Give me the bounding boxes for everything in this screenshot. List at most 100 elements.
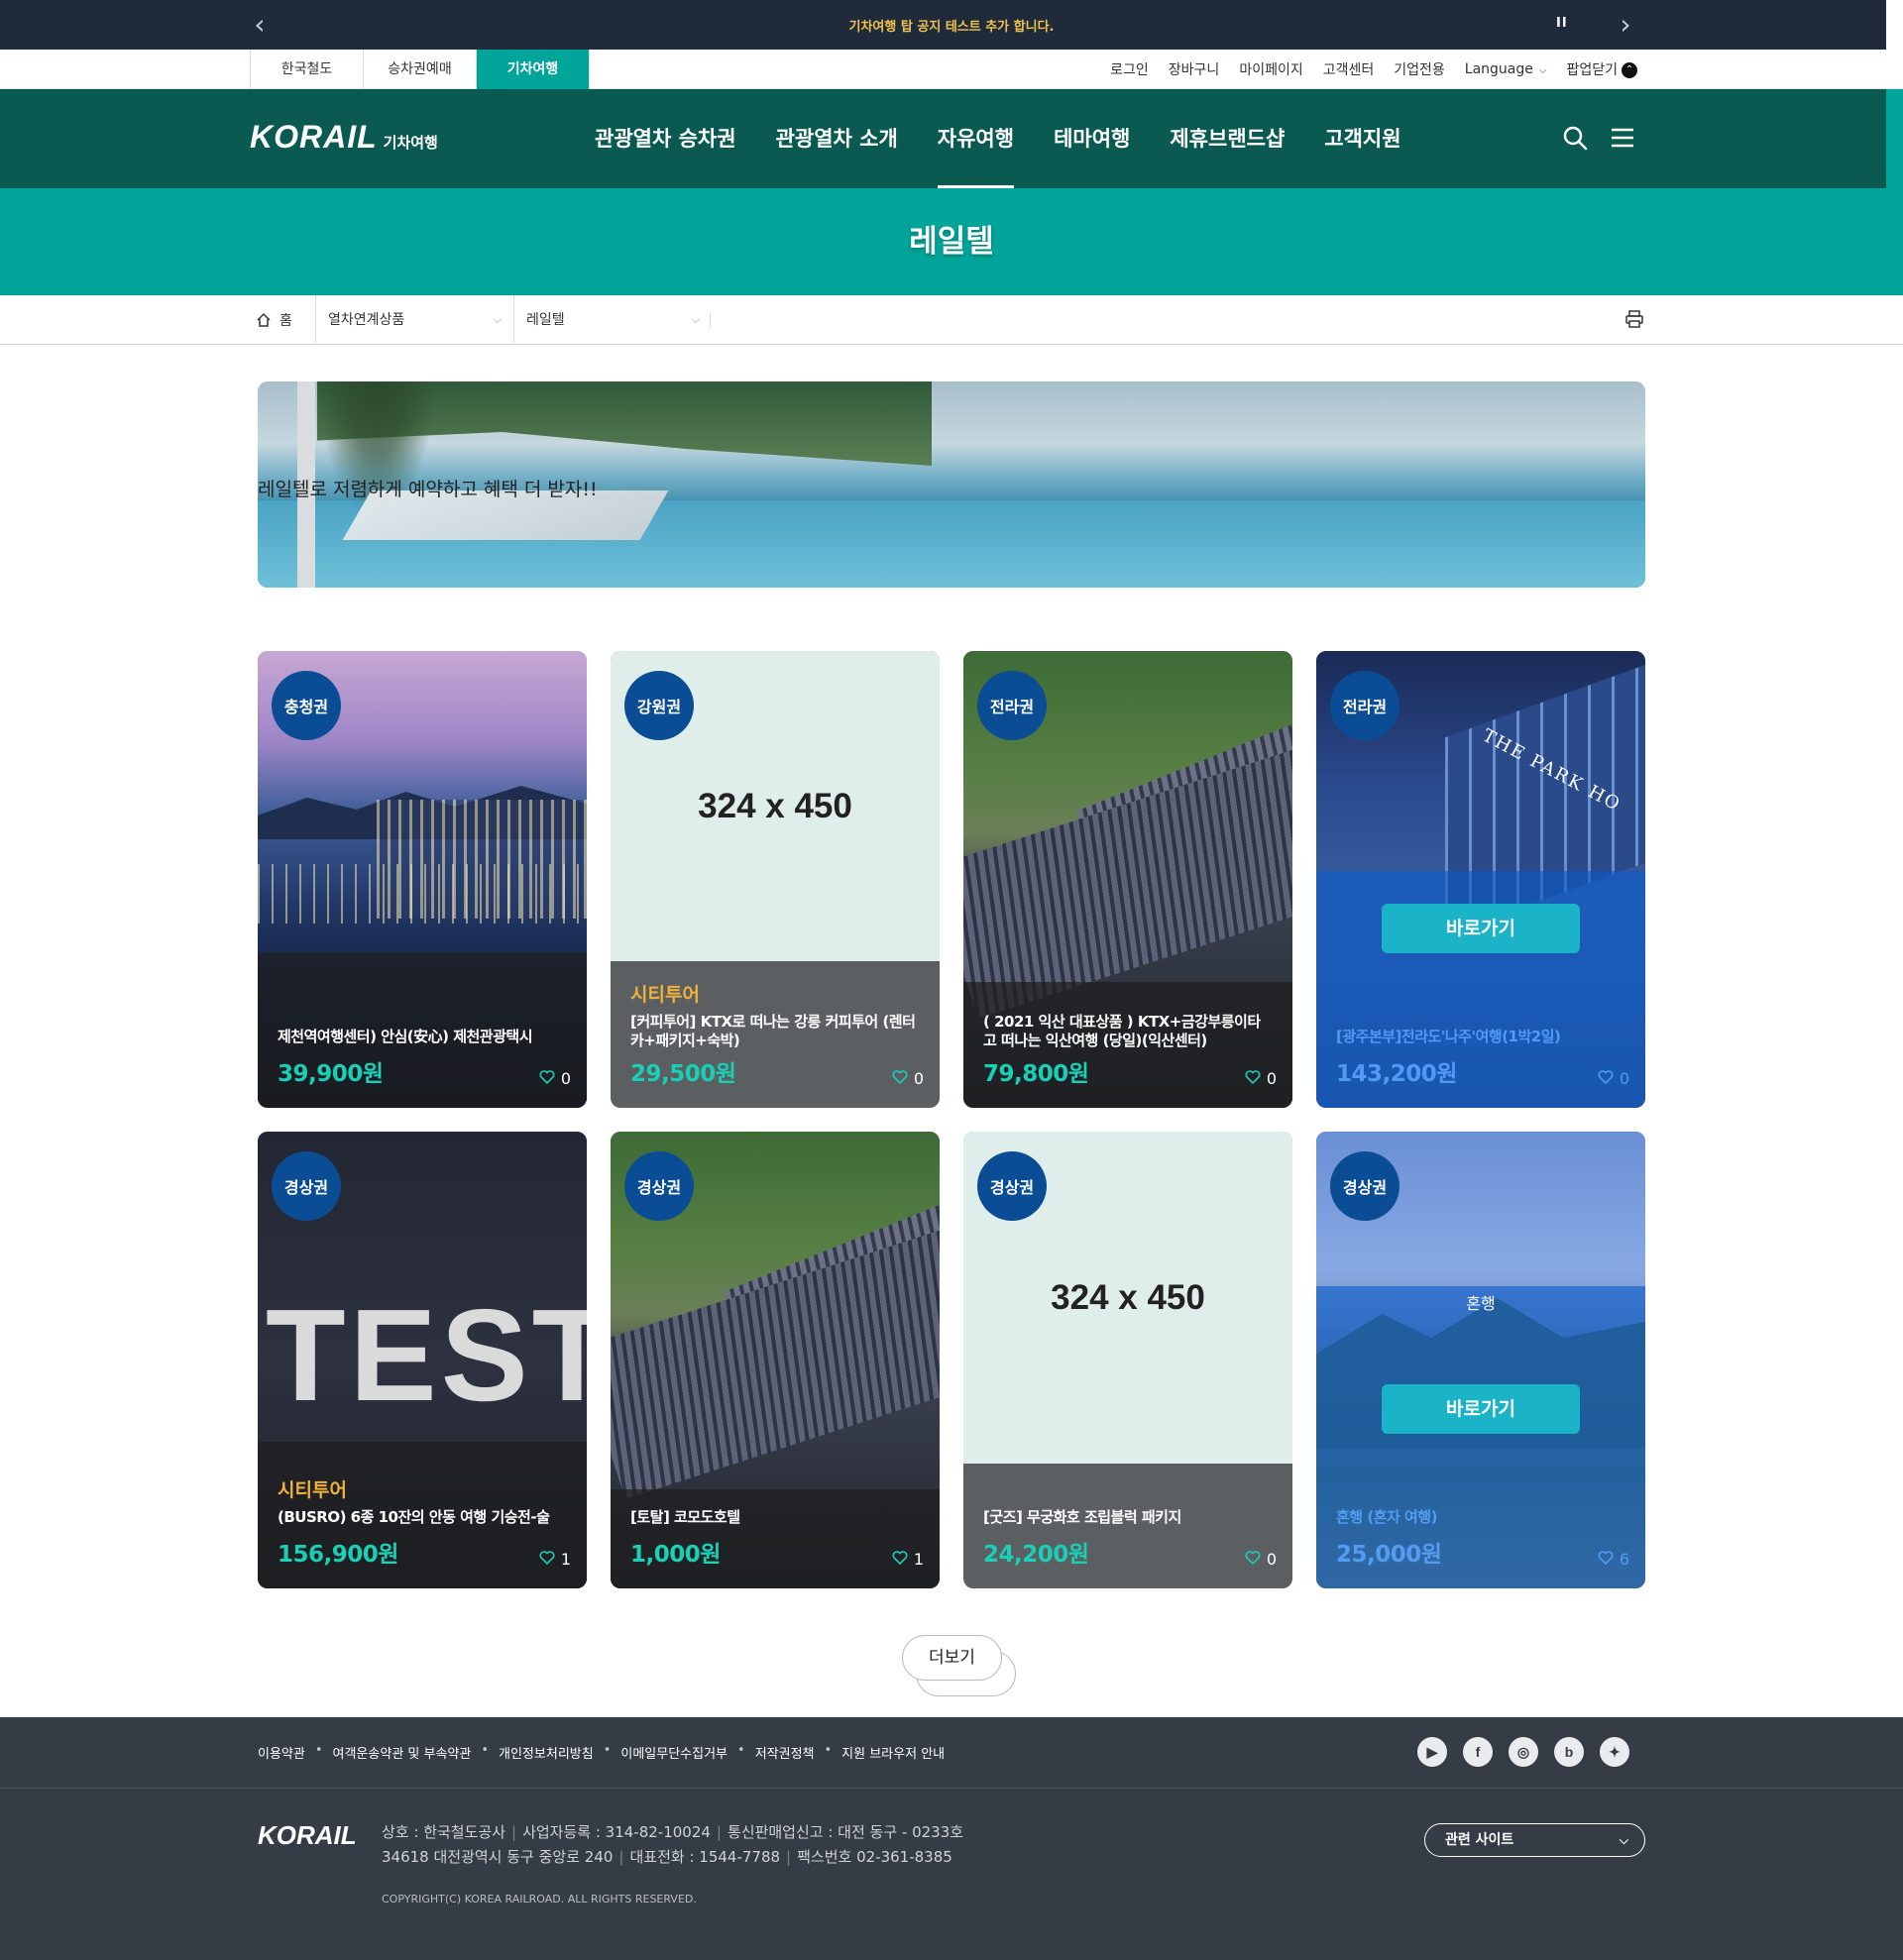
breadcrumb-home[interactable]: 홈 <box>256 310 292 330</box>
pause-button[interactable]: II <box>1556 16 1568 31</box>
footer-divider: | <box>716 1823 722 1841</box>
go-button[interactable]: 바로가기 <box>1382 904 1580 953</box>
facebook-icon[interactable]: f <box>1463 1737 1493 1767</box>
popup-close-button[interactable]: 팝업닫기 ⌃ <box>1566 59 1637 79</box>
product-card[interactable]: 충청권 제천역여행센터) 안심(安心) 제천관광택시 39,900원 0 <box>258 651 587 1108</box>
banner-text: 레일텔로 저렴하게 예약하고 혜택 더 받자!! <box>258 479 598 500</box>
product-price: 29,500원 <box>630 1061 736 1087</box>
notice-text: 기차여행 탑 공지 테스트 추가 합니다. <box>848 20 1055 35</box>
footer-address-line1: 상호 : 한국철도공사 | 사업자등록 : 314-82-10024 | 통신판매업신고… <box>382 1820 963 1845</box>
heart-icon <box>1245 1069 1261 1088</box>
product-price: 79,800원 <box>983 1061 1089 1087</box>
nav-item-brand-shop[interactable]: 제휴브랜드샵 <box>1150 89 1304 188</box>
product-card[interactable]: TEST 경상권 시티투어 (BUSRO) 6종 10잔의 안동 여행 기승전-… <box>258 1132 587 1588</box>
card-info: 시티투어 [커피투어] KTX로 떠나는 강릉 커피투어 (렌터카+패키지+숙박… <box>611 980 940 1108</box>
footer-links: 이용약관 • 여객운송약관 및 부속약관 • 개인정보처리방침 • 이메일무단수집거부… <box>258 1743 945 1762</box>
print-icon[interactable] <box>1625 310 1643 332</box>
heart-icon <box>892 1069 908 1088</box>
like-button[interactable]: 0 <box>1245 1069 1277 1088</box>
customer-center-link[interactable]: 고객센터 <box>1323 59 1375 79</box>
footer-bizno: 사업자등록 : 314-82-10024 <box>522 1823 711 1841</box>
chevron-down-icon: ⌵ <box>691 313 700 326</box>
card-info: ( 2021 익산 대표상품 ) KTX+금강부릉이타고 떠나는 익산여행 (당… <box>963 1013 1292 1108</box>
product-name: 혼행 (혼자 여행) <box>1336 1508 1437 1526</box>
nav-item-tour-ticket[interactable]: 관광열차 승차권 <box>575 89 756 188</box>
image-word: TEST <box>266 1282 587 1428</box>
search-icon[interactable] <box>1562 125 1588 151</box>
tab-train-travel[interactable]: 기차여행 <box>477 50 590 89</box>
blog-icon[interactable]: b <box>1554 1737 1584 1767</box>
like-count: 1 <box>913 1550 924 1569</box>
product-card[interactable]: 전라권 ( 2021 익산 대표상품 ) KTX+금강부릉이타고 떠나는 익산여… <box>963 651 1292 1108</box>
chevron-right-icon[interactable]: › <box>1612 11 1639 39</box>
breadcrumb-level1-label: 열차연계상품 <box>328 312 405 328</box>
footer-logo: KORAIL <box>258 1820 357 1850</box>
go-button[interactable]: 바로가기 <box>1382 1384 1580 1434</box>
like-button[interactable]: 6 <box>1598 1550 1629 1569</box>
like-button[interactable]: 0 <box>1598 1069 1629 1088</box>
breadcrumb-level1-select[interactable]: 열차연계상품 ⌵ <box>315 295 511 345</box>
product-price: 1,000원 <box>630 1542 721 1568</box>
product-category: 시티투어 <box>630 984 700 1006</box>
related-sites-select[interactable]: 관련 사이트 ⌵ <box>1424 1823 1645 1857</box>
nav-item-theme-travel[interactable]: 테마여행 <box>1034 89 1150 188</box>
footer-link-transport-terms[interactable]: 여객운송약관 및 부속약관 <box>333 1743 472 1762</box>
youtube-icon[interactable]: ▶ <box>1417 1737 1447 1767</box>
product-price: 25,000원 <box>1336 1542 1442 1568</box>
scrollbar-area[interactable] <box>1886 89 1903 1960</box>
chevron-up-icon: ⌃ <box>1622 62 1637 78</box>
nav-item-support[interactable]: 고객지원 <box>1304 89 1420 188</box>
footer-link-sep: • <box>824 1743 833 1758</box>
breadcrumb: 홈 열차연계상품 ⌵ 레일텔 ⌵ <box>0 295 1903 345</box>
login-link[interactable]: 로그인 <box>1110 59 1149 79</box>
heart-icon <box>539 1069 555 1088</box>
product-card[interactable]: THE PARK HO 전라권 바로가기 [광주본부]전라도'나주'여행(1박2… <box>1316 651 1645 1108</box>
instagram-icon[interactable]: ◎ <box>1509 1737 1538 1767</box>
footer-top: 이용약관 • 여객운송약관 및 부속약관 • 개인정보처리방침 • 이메일무단수집거부… <box>0 1717 1903 1789</box>
like-count: 0 <box>560 1069 571 1088</box>
footer-copyright: COPYRIGHT(C) KOREA RAILROAD. ALL RIGHTS … <box>382 1893 697 1906</box>
tab-ticket[interactable]: 승차권예매 <box>364 50 477 89</box>
language-label: Language <box>1464 61 1533 77</box>
nav-item-tour-intro[interactable]: 관광열차 소개 <box>756 89 918 188</box>
breadcrumb-level2-select[interactable]: 레일텔 ⌵ <box>513 295 710 345</box>
menu-icon[interactable] <box>1610 125 1635 151</box>
like-button[interactable]: 1 <box>892 1550 924 1569</box>
logo-text: KORAIL <box>250 119 378 155</box>
product-card[interactable]: 경상권 [토탈] 코모도호텔 1,000원 1 <box>611 1132 940 1588</box>
product-card[interactable]: 324 x 450 경상권 [굿즈] 무궁화호 조립블럭 패키지 24,200원… <box>963 1132 1292 1588</box>
region-badge: 경상권 <box>272 1151 341 1221</box>
business-link[interactable]: 기업전용 <box>1394 59 1445 79</box>
chevron-down-icon: ⌵ <box>1619 1833 1628 1847</box>
chevron-down-icon: ⌵ <box>1538 65 1547 76</box>
twitter-icon[interactable]: ✦ <box>1600 1737 1629 1767</box>
more-button[interactable]: 더보기 <box>902 1635 1002 1681</box>
like-button[interactable]: 0 <box>1245 1550 1277 1569</box>
top-notice-bar: ‹ 기차여행 탑 공지 테스트 추가 합니다. 자세히보기 II › <box>0 0 1886 1696</box>
mypage-link[interactable]: 마이페이지 <box>1239 59 1302 79</box>
image-bridge <box>258 864 587 924</box>
like-button[interactable]: 0 <box>892 1069 924 1088</box>
footer-link-privacy[interactable]: 개인정보처리방침 <box>499 1743 594 1762</box>
breadcrumb-level2-label: 레일텔 <box>526 312 565 328</box>
footer-link-browser[interactable]: 지원 브라우저 안내 <box>841 1743 945 1762</box>
nav-item-free-travel[interactable]: 자유여행 <box>918 89 1034 188</box>
footer-link-terms[interactable]: 이용약관 <box>258 1743 305 1762</box>
tab-korail[interactable]: 한국철도 <box>251 50 364 89</box>
utility-bar: 한국철도 승차권예매 기차여행 로그인 장바구니 마이페이지 고객센터 기업전용… <box>0 50 1903 89</box>
product-card[interactable]: 324 x 450 강원권 시티투어 [커피투어] KTX로 떠나는 강릉 커피… <box>611 651 940 1108</box>
home-icon <box>257 312 271 327</box>
promo-banner[interactable]: 레일텔로 저렴하게 예약하고 혜택 더 받자!! <box>258 381 1645 588</box>
global-nav: 관광열차 승차권 관광열차 소개 자유여행 테마여행 제휴브랜드샵 고객지원 <box>575 89 1421 188</box>
like-button[interactable]: 1 <box>539 1550 571 1569</box>
footer-link-copyright[interactable]: 저작권정책 <box>755 1743 815 1762</box>
footer-link-sep: • <box>481 1743 490 1758</box>
like-button[interactable]: 0 <box>539 1069 571 1088</box>
product-card[interactable]: 경상권 혼행 바로가기 혼행 (혼자 여행) 25,000원 6 <box>1316 1132 1645 1588</box>
korail-logo[interactable]: KORAIL 기차여행 <box>250 119 438 156</box>
cart-link[interactable]: 장바구니 <box>1169 59 1220 79</box>
footer-link-email[interactable]: 이메일무단수집거부 <box>620 1743 728 1762</box>
main-header: KORAIL 기차여행 관광열차 승차권 관광열차 소개 자유여행 테마여행 제… <box>0 89 1886 188</box>
page-title-band: 레일텔 <box>0 188 1903 295</box>
language-select[interactable]: Language ⌵ <box>1465 61 1547 77</box>
